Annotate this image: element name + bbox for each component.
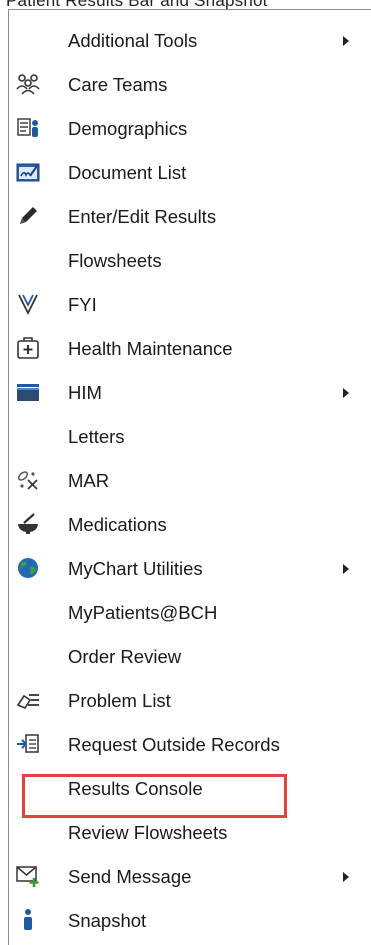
menu-item-mychart-utilities[interactable]: MyChart Utilities (9, 547, 369, 591)
menu-item-label: Order Review (68, 646, 182, 667)
fyi-flag-icon (16, 292, 40, 316)
menu-item-label: Send Message (68, 866, 192, 887)
menu-item-additional-tools[interactable]: Additional Tools (9, 19, 369, 63)
menu-item-label: Demographics (68, 118, 188, 139)
menu-item-label: MyChart Utilities (68, 558, 203, 579)
menu-item-label: Medications (68, 514, 167, 535)
menu-item-care-teams[interactable]: Care Teams (9, 63, 369, 107)
menu-item-label: Enter/Edit Results (68, 206, 217, 227)
menu-item-label: Additional Tools (68, 30, 198, 51)
menu-item-letters[interactable]: Letters (9, 415, 369, 459)
health-maintenance-icon (16, 336, 40, 360)
problem-list-icon (16, 688, 40, 712)
snapshot-person-icon (16, 908, 40, 932)
menu-item-fyi[interactable]: FYI (9, 283, 369, 327)
menu-item-health-maintenance[interactable]: Health Maintenance (9, 327, 369, 371)
globe-icon (16, 556, 40, 580)
document-list-icon (16, 160, 40, 184)
submenu-arrow-icon (343, 36, 349, 46)
menu-item-label: MyPatients@BCH (68, 602, 218, 623)
menu-item-label: Letters (68, 426, 125, 447)
menu-item-medications[interactable]: Medications (9, 503, 369, 547)
submenu-arrow-icon (343, 872, 349, 882)
pencil-icon (16, 204, 40, 228)
care-teams-icon (16, 72, 40, 96)
results-console-highlight-box (22, 774, 287, 818)
submenu-arrow-icon (343, 388, 349, 398)
menu-item-flowsheets[interactable]: Flowsheets (9, 239, 369, 283)
menu-item-label: Health Maintenance (68, 338, 233, 359)
menu-item-document-list[interactable]: Document List (9, 151, 369, 195)
menu-item-label: Snapshot (68, 910, 147, 931)
menu-item-mar[interactable]: MAR (9, 459, 369, 503)
cut-off-header: Patient Results Bar and Snapshot (0, 0, 371, 9)
send-message-icon (16, 864, 40, 888)
demographics-icon (16, 116, 40, 140)
menu-item-request-outside-records[interactable]: Request Outside Records (9, 723, 369, 767)
menu-item-label: MAR (68, 470, 110, 491)
context-menu: Additional Tools Care Teams Demographics… (8, 9, 371, 945)
submenu-arrow-icon (343, 564, 349, 574)
menu-item-label: Care Teams (68, 74, 168, 95)
menu-item-him[interactable]: HIM (9, 371, 369, 415)
menu-item-order-review[interactable]: Order Review (9, 635, 369, 679)
menu-item-snapshot[interactable]: Snapshot (9, 899, 369, 943)
menu-item-label: Flowsheets (68, 250, 162, 271)
menu-item-label: FYI (68, 294, 97, 315)
cut-off-header-text: Patient Results Bar and Snapshot (6, 0, 268, 9)
menu-item-label: Document List (68, 162, 187, 183)
menu-item-problem-list[interactable]: Problem List (9, 679, 369, 723)
menu-item-mypatients-bch[interactable]: MyPatients@BCH (9, 591, 369, 635)
him-folder-icon (16, 380, 40, 404)
mortar-pestle-icon (16, 512, 40, 536)
menu-item-enter-edit-results[interactable]: Enter/Edit Results (9, 195, 369, 239)
menu-item-demographics[interactable]: Demographics (9, 107, 369, 151)
menu-item-label: HIM (68, 382, 102, 403)
request-records-icon (16, 732, 40, 756)
menu-item-send-message[interactable]: Send Message (9, 855, 369, 899)
mar-icon (16, 468, 40, 492)
menu-item-label: Request Outside Records (68, 734, 280, 755)
menu-item-label: Problem List (68, 690, 171, 711)
